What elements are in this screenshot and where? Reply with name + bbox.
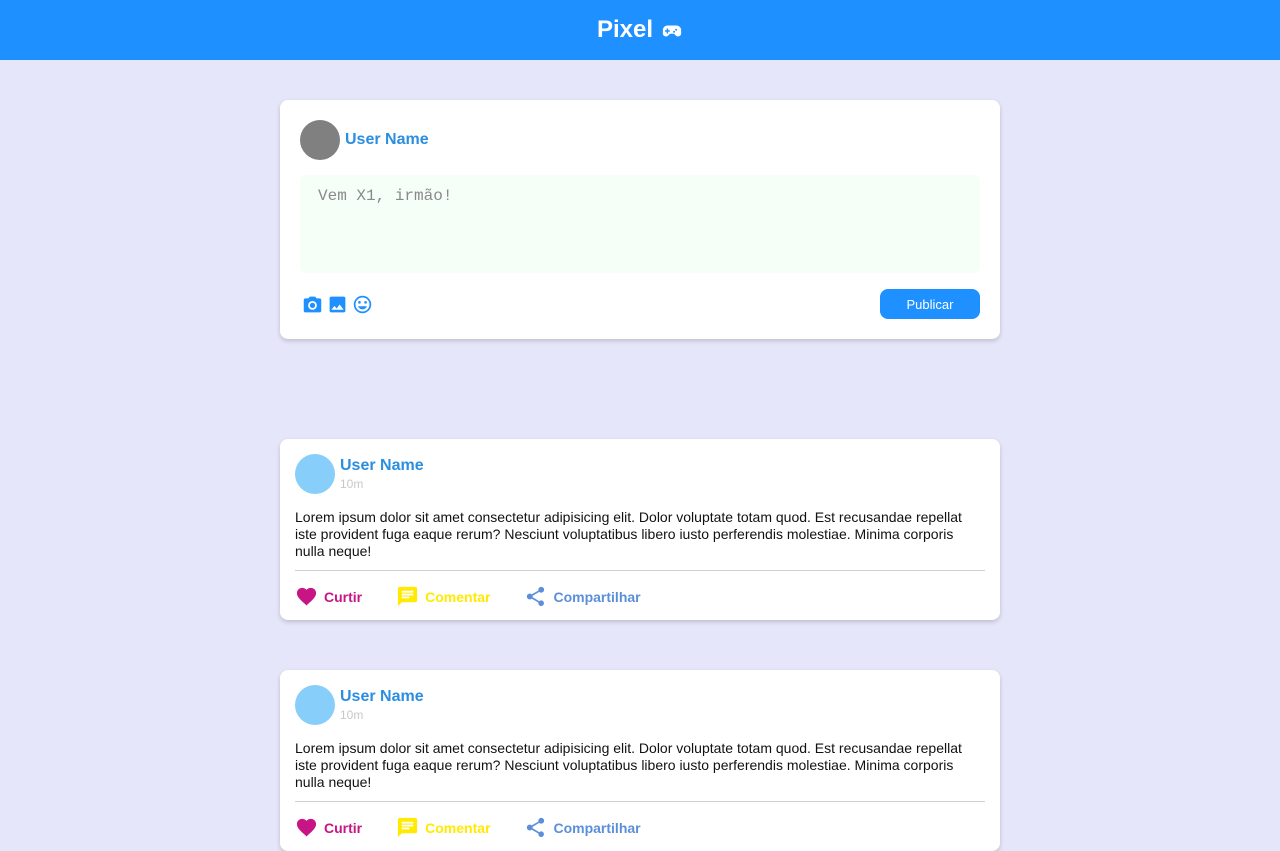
like-label: Curtir xyxy=(324,819,363,836)
post-meta: User Name 10m xyxy=(340,688,424,723)
brand[interactable]: Pixel xyxy=(597,16,683,44)
comment-icon xyxy=(398,586,418,607)
post-reactions: Curtir Comentar Compartilhar xyxy=(295,585,985,608)
share-icon xyxy=(527,817,545,837)
avatar[interactable] xyxy=(300,120,340,160)
top-bar: Pixel xyxy=(0,0,1280,60)
share-label: Compartilhar xyxy=(553,588,641,605)
attachment-icons xyxy=(300,294,373,315)
post-time: 10m xyxy=(340,476,364,491)
share-label: Compartilhar xyxy=(553,819,641,836)
avatar[interactable] xyxy=(295,454,335,494)
publish-button[interactable]: Publicar xyxy=(880,289,980,319)
camera-icon[interactable] xyxy=(302,294,323,315)
post-time: 10m xyxy=(340,707,364,722)
brand-title: Pixel xyxy=(596,16,654,43)
composer-actions: Publicar xyxy=(300,289,980,319)
share-button[interactable]: Compartilhar xyxy=(524,585,641,608)
like-label: Curtir xyxy=(324,588,363,605)
post-content: Lorem ipsum dolor sit amet consectetur a… xyxy=(295,509,985,571)
user-name[interactable]: User Name xyxy=(340,457,424,475)
post-header: User Name 10m xyxy=(295,454,985,494)
heart-icon xyxy=(296,818,317,837)
share-button[interactable]: Compartilhar xyxy=(524,816,641,839)
gamepad-icon xyxy=(662,25,682,37)
post-composer: User Name Publicar xyxy=(280,100,1000,339)
post-meta: User Name 10m xyxy=(340,457,424,492)
post-reactions: Curtir Comentar Compartilhar xyxy=(295,816,985,839)
avatar[interactable] xyxy=(295,685,335,725)
image-icon[interactable] xyxy=(327,294,348,315)
post-card: User Name 10m Lorem ipsum dolor sit amet… xyxy=(280,670,1000,851)
share-icon xyxy=(527,586,545,606)
comment-label: Comentar xyxy=(425,588,491,605)
like-button[interactable]: Curtir xyxy=(295,816,362,839)
comment-icon xyxy=(398,817,418,838)
heart-icon xyxy=(296,587,317,606)
user-name[interactable]: User Name xyxy=(340,688,424,706)
post-input[interactable] xyxy=(300,175,980,273)
composer-user: User Name xyxy=(300,120,980,160)
user-name[interactable]: User Name xyxy=(345,131,429,149)
emoji-icon[interactable] xyxy=(352,294,373,315)
post-card: User Name 10m Lorem ipsum dolor sit amet… xyxy=(280,439,1000,620)
post-content: Lorem ipsum dolor sit amet consectetur a… xyxy=(295,740,985,802)
comment-button[interactable]: Comentar xyxy=(396,585,490,608)
like-button[interactable]: Curtir xyxy=(295,585,362,608)
post-header: User Name 10m xyxy=(295,685,985,725)
comment-button[interactable]: Comentar xyxy=(396,816,490,839)
comment-label: Comentar xyxy=(425,819,491,836)
